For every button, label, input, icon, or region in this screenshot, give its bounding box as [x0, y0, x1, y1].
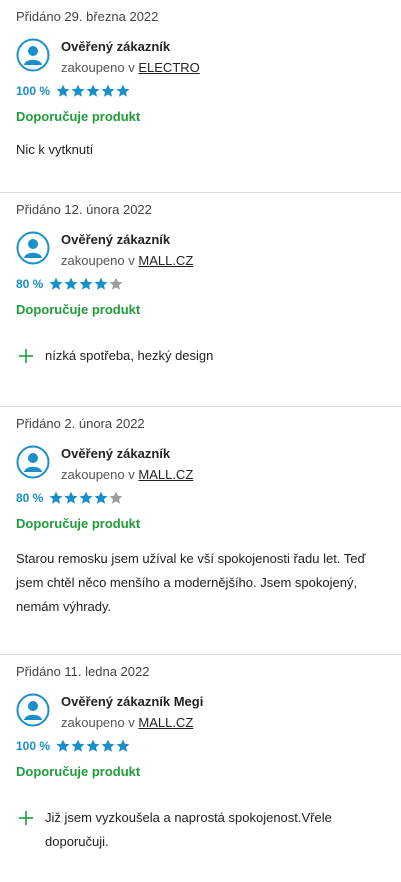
review-text: Starou remosku jsem užíval ke vší spokoj…: [16, 551, 366, 614]
star-icon: [86, 739, 100, 752]
star-icon: [49, 491, 63, 504]
purchased-from: zakoupeno v ELECTRO: [61, 59, 200, 77]
pros-item: Již jsem vyzkoušela a naprostá spokojeno…: [16, 806, 385, 854]
purchased-from: zakoupeno v MALL.CZ: [61, 252, 193, 270]
review-date: Přidáno 11. ledna 2022: [16, 664, 150, 679]
recommend-label: Doporučuje produkt: [16, 109, 141, 124]
user-avatar-icon: [16, 38, 50, 72]
review-author: Ověřený zákazník zakoupeno v MALL.CZ: [16, 231, 385, 270]
rating-stars: [49, 491, 123, 505]
star-icon: [49, 277, 63, 290]
review-author: Ověřený zákazník zakoupeno v MALL.CZ: [16, 445, 385, 484]
shop-link[interactable]: MALL.CZ: [138, 253, 193, 268]
rating-percent: 80 %: [16, 491, 44, 505]
review-date: Přidáno 2. února 2022: [16, 416, 145, 431]
star-icon: [56, 84, 70, 97]
pros-item: nízká spotřeba, hezký design: [16, 344, 385, 368]
purchased-from: zakoupeno v MALL.CZ: [61, 714, 203, 732]
review-date: Přidáno 12. února 2022: [16, 202, 152, 217]
rating: 80 %: [16, 277, 385, 291]
shop-link[interactable]: MALL.CZ: [138, 467, 193, 482]
rating: 100 %: [16, 84, 385, 98]
user-avatar-icon: [16, 445, 50, 479]
pros-text: Již jsem vyzkoušela a naprostá spokojeno…: [45, 810, 332, 849]
star-icon: [71, 739, 85, 752]
star-icon: [94, 277, 108, 290]
review-item: Přidáno 12. února 2022 Ověřený zákazník …: [0, 193, 401, 407]
rating-percent: 80 %: [16, 277, 44, 291]
star-icon: [116, 84, 130, 97]
author-name: Ověřený zákazník: [61, 39, 171, 54]
review-item: Přidáno 11. ledna 2022 Ověřený zákazník …: [0, 655, 401, 882]
star-icon: [116, 739, 130, 752]
user-avatar-icon: [16, 693, 50, 727]
review-item: Přidáno 29. března 2022 Ověřený zákazník…: [0, 0, 401, 193]
purchased-label: zakoupeno v: [61, 715, 135, 730]
star-icon: [79, 277, 93, 290]
rating: 100 %: [16, 739, 385, 753]
purchased-label: zakoupeno v: [61, 253, 135, 268]
author-name: Ověřený zákazník: [61, 446, 171, 461]
review-author: Ověřený zákazník Megi zakoupeno v MALL.C…: [16, 693, 385, 732]
star-icon: [64, 491, 78, 504]
rating-stars: [56, 739, 130, 753]
star-icon: [64, 277, 78, 290]
star-icon: [109, 277, 123, 290]
purchased-from: zakoupeno v MALL.CZ: [61, 466, 193, 484]
rating: 80 %: [16, 491, 385, 505]
shop-link[interactable]: ELECTRO: [138, 60, 199, 75]
rating-stars: [56, 84, 130, 98]
star-icon: [94, 491, 108, 504]
star-icon: [56, 739, 70, 752]
star-icon: [71, 84, 85, 97]
pros-text: nízká spotřeba, hezký design: [45, 348, 214, 363]
user-avatar-icon: [16, 231, 50, 265]
recommend-label: Doporučuje produkt: [16, 302, 141, 317]
author-name: Ověřený zákazník: [61, 232, 171, 247]
star-icon: [79, 491, 93, 504]
author-name: Ověřený zákazník Megi: [61, 694, 204, 709]
rating-percent: 100 %: [16, 739, 51, 753]
recommend-label: Doporučuje produkt: [16, 516, 141, 531]
recommend-label: Doporučuje produkt: [16, 764, 141, 779]
rating-stars: [49, 277, 123, 291]
review-text: Nic k vytknutí: [16, 142, 94, 157]
review-author: Ověřený zákazník zakoupeno v ELECTRO: [16, 38, 385, 77]
rating-percent: 100 %: [16, 84, 51, 98]
shop-link[interactable]: MALL.CZ: [138, 715, 193, 730]
reviews-list: Přidáno 29. března 2022 Ověřený zákazník…: [0, 0, 401, 882]
star-icon: [101, 739, 115, 752]
plus-icon: [19, 349, 33, 363]
purchased-label: zakoupeno v: [61, 467, 135, 482]
plus-icon: [19, 811, 33, 825]
star-icon: [101, 84, 115, 97]
review-item: Přidáno 2. února 2022 Ověřený zákazník z…: [0, 407, 401, 655]
star-icon: [86, 84, 100, 97]
purchased-label: zakoupeno v: [61, 60, 135, 75]
star-icon: [109, 491, 123, 504]
review-date: Přidáno 29. března 2022: [16, 9, 159, 24]
